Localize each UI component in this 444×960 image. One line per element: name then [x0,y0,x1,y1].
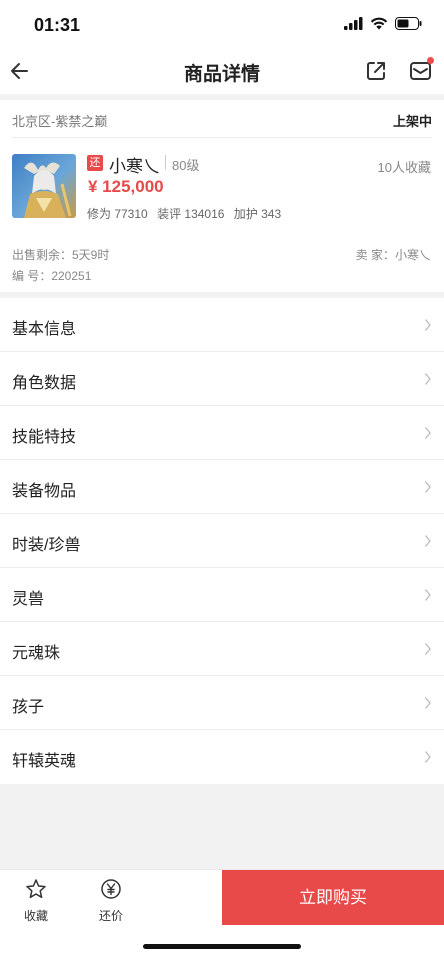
detail-menu: 基本信息 角色数据 技能特技 装备物品 时装/珍兽 灵兽 元魂珠 孩子 轩辕英魂 [0,298,444,784]
price: ¥ 125,000 [88,177,164,196]
menu-item-label: 基本信息 [12,321,77,338]
stat-jiahu: 加护 343 [233,207,282,221]
battery-icon [395,17,422,30]
home-indicator[interactable] [143,944,301,949]
menu-item-spirit-beast[interactable]: 灵兽 [0,568,444,622]
chevron-right-icon [424,427,431,439]
time-remaining: 出售剩余：5天9时 [12,248,110,262]
listing-status: 上架中 [392,114,432,129]
favorite-button[interactable]: 收藏 [12,878,60,924]
favorites-count: 10人收藏 [377,160,431,175]
chevron-right-icon [424,643,431,655]
back-arrow-icon[interactable] [6,56,36,86]
server-row: 北京区-紫禁之巅 上架中 [12,100,432,138]
chevron-right-icon [424,373,431,385]
chevron-right-icon [424,589,431,601]
menu-item-label: 轩辕英魂 [12,753,77,770]
menu-item-soul-beads[interactable]: 元魂珠 [0,622,444,676]
divider [165,155,166,170]
status-bar: 01:31 [0,0,444,48]
chevron-right-icon [424,535,431,547]
bargain-button[interactable]: 还价 [87,878,135,924]
seller: 卖 家：小寒乀 [355,248,431,262]
menu-item-label: 元魂珠 [12,645,61,662]
chevron-right-icon [424,751,431,763]
menu-item-label: 孩子 [12,699,45,716]
menu-item-label: 技能特技 [12,429,77,446]
nav-bar: 商品详情 [0,48,444,94]
share-icon[interactable] [364,59,388,83]
server-name: 北京区-紫禁之巅 [12,114,108,129]
menu-item-xuanyuan-soul[interactable]: 轩辕英魂 [0,730,444,784]
character-level: 80级 [172,158,200,173]
bottom-action-bar: 收藏 还价 立即购买 [0,869,444,925]
bargain-tag: 还 [87,155,103,171]
signal-icon [344,17,363,30]
menu-item-children[interactable]: 孩子 [0,676,444,730]
stat-zhuangping: 装评 134016 [157,207,225,221]
bargain-label: 还价 [98,909,123,923]
character-avatar[interactable] [12,154,76,218]
chevron-right-icon [424,481,431,493]
menu-item-character-data[interactable]: 角色数据 [0,352,444,406]
status-icons [344,17,422,30]
star-icon [26,879,46,899]
chevron-right-icon [424,319,431,331]
character-name: 小寒乀 [109,157,160,176]
stat-xiuwei: 修为 77310 [87,207,148,221]
menu-item-label: 装备物品 [12,483,77,500]
menu-item-label: 角色数据 [12,375,77,392]
notification-dot [427,57,434,64]
character-stats: 修为 77310 装评 134016 加护 343 [87,205,287,222]
menu-item-basic-info[interactable]: 基本信息 [0,298,444,352]
menu-item-fashion-pets[interactable]: 时装/珍兽 [0,514,444,568]
menu-item-label: 时装/珍兽 [12,537,81,554]
menu-item-skills[interactable]: 技能特技 [0,406,444,460]
yen-icon [101,879,121,899]
favorite-label: 收藏 [23,909,48,923]
menu-item-equipment[interactable]: 装备物品 [0,460,444,514]
wifi-icon [370,17,388,30]
status-time: 01:31 [34,15,81,35]
menu-item-label: 灵兽 [12,591,45,608]
item-id: 编 号：220251 [12,269,92,283]
chevron-right-icon [424,697,431,709]
product-card: 北京区-紫禁之巅 上架中 还 小寒乀 80级 10人收藏 ¥ 125,000 修… [0,100,444,292]
buy-now-button[interactable]: 立即购买 [222,870,444,925]
home-indicator-area [0,925,444,960]
